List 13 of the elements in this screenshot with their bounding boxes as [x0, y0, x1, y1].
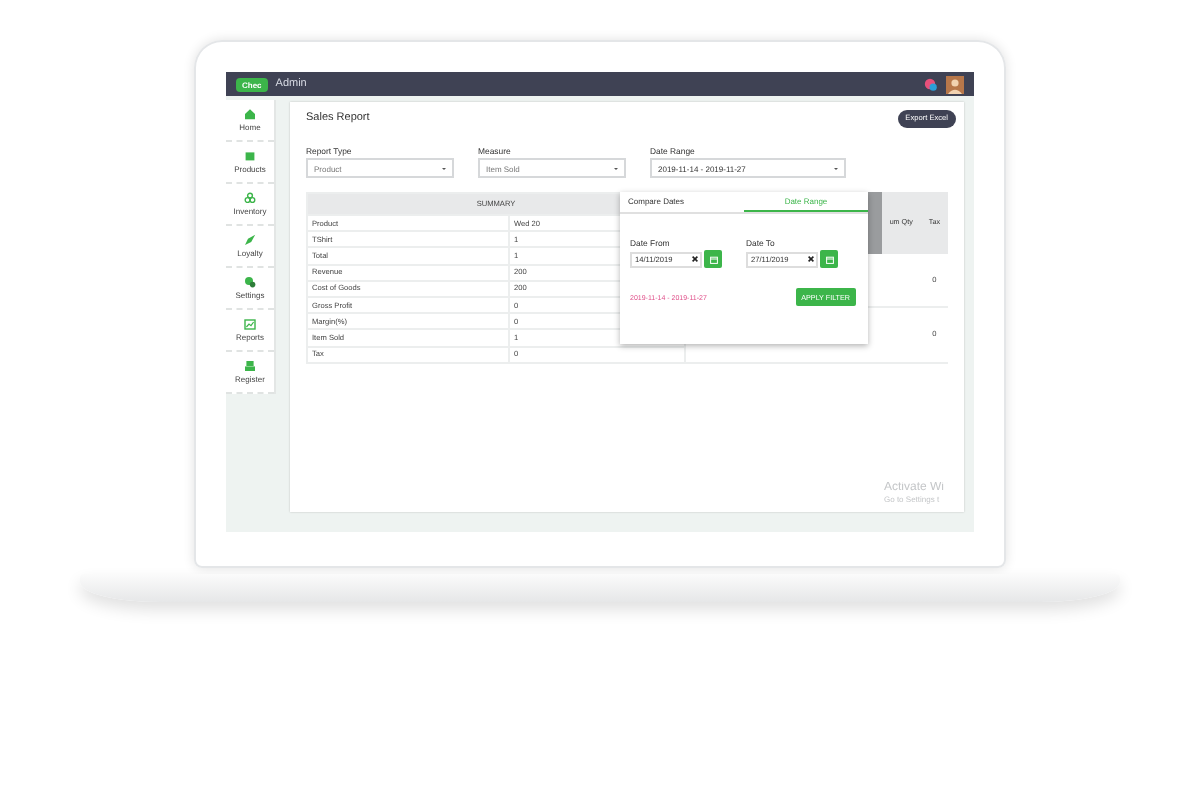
- notification-icon[interactable]: [924, 77, 938, 91]
- calendar-icon: [825, 255, 833, 263]
- box-icon: [244, 150, 256, 162]
- clear-icon[interactable]: [807, 256, 813, 262]
- avatar[interactable]: [946, 75, 964, 93]
- printer-icon: [244, 360, 256, 372]
- house-icon: [244, 108, 256, 120]
- circles-icon: [244, 192, 256, 204]
- chart-icon: [244, 318, 256, 330]
- leaf-icon: [244, 234, 256, 246]
- calendar-icon: [709, 255, 717, 263]
- clear-icon[interactable]: [691, 256, 697, 262]
- gear-icon: [244, 276, 256, 288]
